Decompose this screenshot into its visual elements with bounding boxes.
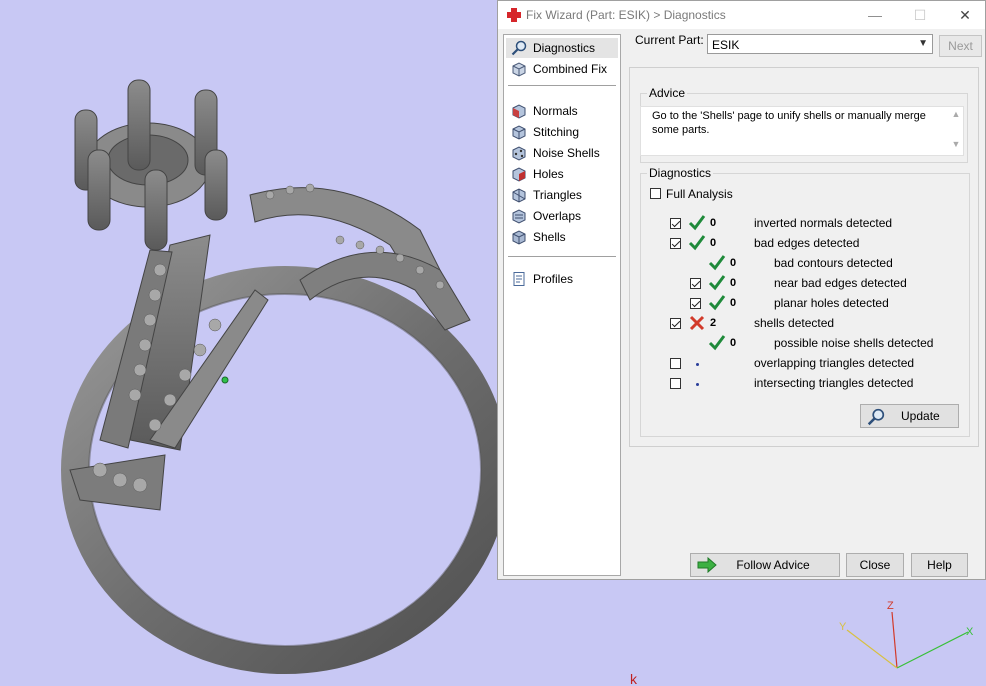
combined-fix-icon xyxy=(512,62,526,77)
green-check-icon xyxy=(708,335,726,351)
near-bad-edges-checkbox[interactable] xyxy=(690,278,701,289)
axis-z-label: Z xyxy=(887,600,894,612)
nav-item-stitching[interactable]: Stitching xyxy=(506,122,618,142)
profiles-doc-icon xyxy=(513,272,525,286)
bad-contours-label: bad contours detected xyxy=(774,256,893,270)
bad-edges-checkbox[interactable] xyxy=(670,238,681,249)
red-cross-app-icon xyxy=(507,8,521,22)
green-arrow-icon xyxy=(697,557,717,573)
axis-y-label: Y xyxy=(839,621,847,633)
full-analysis-label: Full Analysis xyxy=(666,187,733,201)
nav-label: Shells xyxy=(533,230,566,244)
nav-separator xyxy=(508,85,616,86)
pending-dot-icon xyxy=(696,383,699,386)
follow-advice-label: Follow Advice xyxy=(736,558,810,572)
nav-label: Normals xyxy=(533,104,578,118)
stitching-cube-icon xyxy=(512,125,526,140)
current-part-label: Current Part: xyxy=(635,33,704,47)
nav-item-triangles[interactable]: Triangles xyxy=(506,185,618,205)
help-button[interactable]: Help xyxy=(911,553,968,577)
current-part-select[interactable]: ESIK ▼ xyxy=(707,34,933,54)
current-part-value: ESIK xyxy=(712,38,740,52)
planar-holes-checkbox[interactable] xyxy=(690,298,701,309)
advice-scrollbar[interactable]: ▲ ▼ xyxy=(949,107,963,155)
close-window-button[interactable]: ✕ xyxy=(953,5,977,25)
nav-item-holes[interactable]: Holes xyxy=(506,164,618,184)
nav-item-overlaps[interactable]: Overlaps xyxy=(506,206,618,226)
noise-shells-icon xyxy=(512,146,526,161)
minimize-button[interactable]: — xyxy=(863,5,887,25)
wizard-page-list: Diagnostics Combined Fix Normals Stitchi… xyxy=(503,34,621,576)
full-analysis-checkbox[interactable] xyxy=(650,188,661,199)
planar-holes-label: planar holes detected xyxy=(774,296,889,310)
diagnostics-panel: Advice Go to the 'Shells' page to unify … xyxy=(629,67,979,447)
bad-edges-count: 0 xyxy=(710,237,717,249)
triangles-cube-icon xyxy=(512,188,526,203)
green-check-icon xyxy=(708,255,726,271)
nav-label: Combined Fix xyxy=(533,62,608,76)
nav-item-diagnostics[interactable]: Diagnostics xyxy=(506,38,618,58)
holes-cube-icon xyxy=(512,167,526,182)
overlaps-cube-icon xyxy=(512,209,526,224)
inverted-normals-checkbox[interactable] xyxy=(670,218,681,229)
next-button[interactable]: Next xyxy=(939,35,982,57)
inverted-normals-count: 0 xyxy=(710,217,717,229)
overlapping-triangles-checkbox[interactable] xyxy=(670,358,681,369)
shells-checkbox[interactable] xyxy=(670,318,681,329)
axis-x-label: X xyxy=(966,626,974,638)
green-check-icon xyxy=(708,275,726,291)
nav-label: Overlaps xyxy=(533,209,582,223)
shells-label: shells detected xyxy=(754,316,835,330)
green-check-icon xyxy=(688,215,706,231)
nav-item-combined-fix[interactable]: Combined Fix xyxy=(506,59,618,79)
intersecting-triangles-checkbox[interactable] xyxy=(670,378,681,389)
noise-shells-count: 0 xyxy=(730,337,737,349)
near-bad-edges-label: near bad edges detected xyxy=(774,276,907,290)
nav-item-shells[interactable]: Shells xyxy=(506,227,618,247)
intersecting-triangles-label: intersecting triangles detected xyxy=(754,376,914,390)
advice-title: Advice xyxy=(647,86,688,100)
red-x-icon xyxy=(689,315,705,331)
nav-label: Stitching xyxy=(533,125,580,139)
green-check-icon xyxy=(688,235,706,251)
nav-label: Profiles xyxy=(533,272,574,286)
nav-item-profiles[interactable]: Profiles xyxy=(506,269,618,289)
magnifier-icon xyxy=(867,408,885,426)
nav-item-noise-shells[interactable]: Noise Shells xyxy=(506,143,618,163)
green-check-icon xyxy=(708,295,726,311)
magnifier-icon xyxy=(511,40,527,56)
shells-cube-icon xyxy=(512,230,526,245)
bad-edges-label: bad edges detected xyxy=(754,236,860,250)
nav-label: Holes xyxy=(533,167,564,181)
advice-text: Go to the 'Shells' page to unify shells … xyxy=(652,110,926,136)
shells-count: 2 xyxy=(710,317,717,329)
nav-label: Noise Shells xyxy=(533,146,600,160)
pending-dot-icon xyxy=(696,363,699,366)
near-bad-edges-count: 0 xyxy=(730,277,737,289)
nav-item-normals[interactable]: Normals xyxy=(506,101,618,121)
maximize-button[interactable]: ☐ xyxy=(908,5,932,25)
update-button[interactable]: Update xyxy=(860,404,959,428)
close-button[interactable]: Close xyxy=(846,553,904,577)
fix-wizard-dialog: Fix Wizard (Part: ESIK) > Diagnostics — … xyxy=(497,0,986,580)
diagnostics-title: Diagnostics xyxy=(647,166,714,180)
noise-shells-label: possible noise shells detected xyxy=(774,336,934,350)
inverted-normals-label: inverted normals detected xyxy=(754,216,893,230)
planar-holes-count: 0 xyxy=(730,297,737,309)
overlapping-triangles-label: overlapping triangles detected xyxy=(754,356,915,370)
title-bar[interactable]: Fix Wizard (Part: ESIK) > Diagnostics — … xyxy=(498,1,985,29)
nav-separator xyxy=(508,256,616,257)
follow-advice-button[interactable]: Follow Advice xyxy=(690,553,840,577)
nav-label: Diagnostics xyxy=(533,41,596,55)
advice-textbox[interactable]: Go to the 'Shells' page to unify shells … xyxy=(640,106,964,156)
dialog-title: Fix Wizard (Part: ESIK) > Diagnostics xyxy=(526,8,726,22)
update-label: Update xyxy=(901,409,940,423)
bad-contours-count: 0 xyxy=(730,257,737,269)
svg-text:k: k xyxy=(630,671,638,686)
chevron-down-icon: ▼ xyxy=(918,38,928,49)
normals-cube-icon xyxy=(512,104,526,119)
nav-label: Triangles xyxy=(533,188,582,202)
